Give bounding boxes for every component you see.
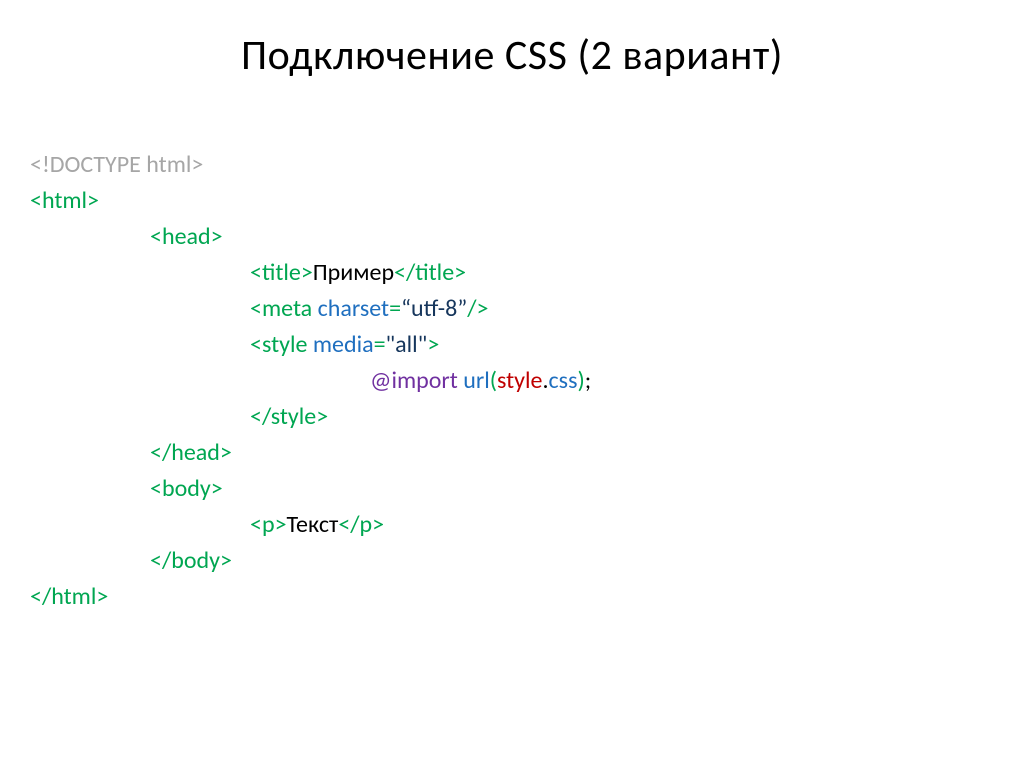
code-html-close: </html>	[30, 582, 108, 611]
code-head-close: </head>	[150, 438, 232, 467]
code-style-gt: >	[427, 330, 439, 359]
code-p-text: Текст	[287, 510, 339, 539]
code-import-kw: @import	[370, 366, 463, 395]
code-style-file-ext: css	[549, 366, 578, 395]
code-paren-open: (	[490, 366, 497, 395]
code-title-text: Пример	[313, 258, 394, 287]
code-body-close: </body>	[150, 546, 232, 575]
code-style-eq: =	[374, 330, 386, 359]
code-style-close: </style>	[250, 402, 328, 431]
code-body-open: <body>	[150, 474, 223, 503]
code-doctype: <!DOCTYPE html>	[30, 150, 203, 179]
code-url-fn: url	[463, 366, 489, 395]
code-style-file-name: style	[497, 366, 542, 395]
code-style-open: <style	[250, 330, 313, 359]
code-p-open: <p>	[250, 510, 287, 539]
code-meta-attr-name: charset	[318, 294, 389, 323]
code-p-close: </p>	[338, 510, 384, 539]
code-paren-close: )	[577, 366, 584, 395]
code-meta-eq: =	[389, 294, 401, 323]
code-block: <!DOCTYPE html> <html> <head> <title>При…	[30, 111, 994, 651]
code-title-close: </title>	[394, 258, 466, 287]
code-semicolon: ;	[585, 366, 591, 395]
code-meta-close: />	[467, 294, 488, 323]
code-meta-attr-val: “utf-8”	[401, 294, 467, 323]
slide-title: Подключение CSS (2 вариант)	[30, 30, 994, 81]
code-meta-open: <meta	[250, 294, 318, 323]
code-style-attr-val: "all"	[386, 330, 428, 359]
code-style-attr-name: media	[313, 330, 374, 359]
code-head-open: <head>	[150, 222, 223, 251]
code-html-open: <html>	[30, 186, 99, 215]
code-title-open: <title>	[250, 258, 313, 287]
slide: Подключение CSS (2 вариант) <!DOCTYPE ht…	[0, 0, 1024, 681]
